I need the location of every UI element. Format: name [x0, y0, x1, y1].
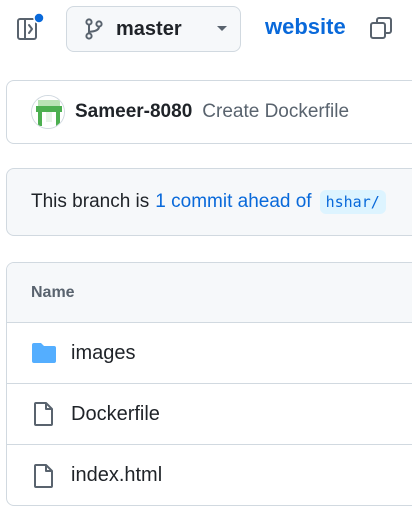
file-table: Name images Dockerfile index.html	[6, 262, 412, 506]
branch-name: master	[116, 17, 182, 40]
branch-select-button[interactable]: master	[66, 6, 241, 52]
latest-commit-box: Sameer-8080 Create Dockerfile	[6, 80, 412, 144]
copy-path-button[interactable]	[368, 15, 394, 41]
commit-message[interactable]: Create Dockerfile	[202, 101, 349, 123]
file-icon	[31, 463, 57, 489]
file-name[interactable]: index.html	[71, 464, 162, 487]
git-branch-icon	[85, 18, 103, 40]
sidebar-toggle-button[interactable]	[14, 13, 44, 43]
avatar[interactable]	[31, 95, 65, 129]
folder-icon	[31, 340, 57, 366]
branch-status-text: This branch is	[31, 191, 150, 212]
branch-status-banner: This branch is 1 commit ahead of hshar/	[6, 168, 412, 236]
table-header: Name	[7, 263, 412, 323]
repo-file-browser: master website Sameer-8080 Create Docker…	[0, 0, 412, 512]
caret-down-icon	[216, 25, 228, 33]
upstream-ref-badge: hshar/	[319, 190, 386, 214]
table-row[interactable]: Dockerfile	[7, 384, 412, 445]
table-row[interactable]: index.html	[7, 445, 412, 505]
notification-dot	[33, 13, 44, 24]
table-row[interactable]: images	[7, 323, 412, 384]
file-name[interactable]: images	[71, 342, 135, 365]
commit-author[interactable]: Sameer-8080	[75, 101, 192, 123]
column-header-name: Name	[31, 283, 75, 301]
file-name[interactable]: Dockerfile	[71, 403, 160, 426]
repo-name-link[interactable]: website	[265, 14, 346, 40]
copy-icon	[370, 17, 392, 39]
file-icon	[31, 401, 57, 427]
commits-ahead-link[interactable]: 1 commit ahead of	[155, 191, 311, 213]
sidebar-expand-icon	[17, 13, 44, 40]
